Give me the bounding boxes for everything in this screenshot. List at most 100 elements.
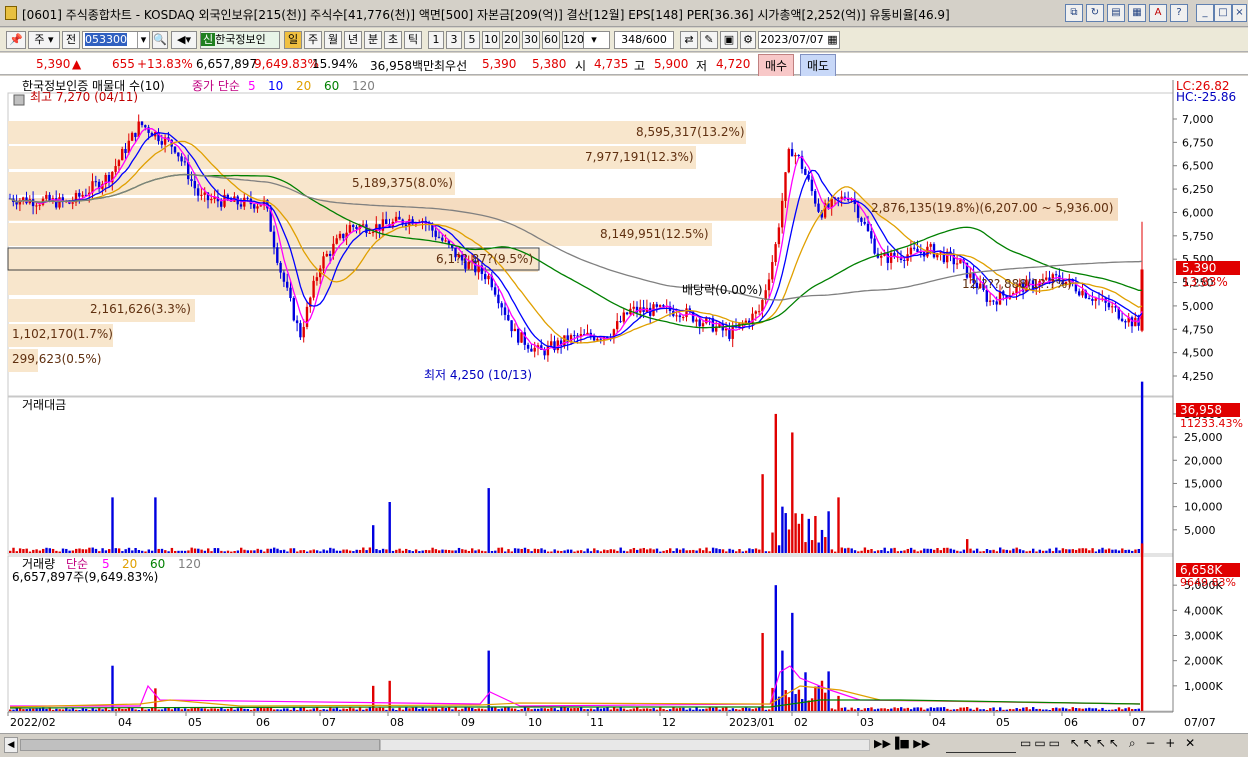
period-0-button[interactable]: 일: [284, 31, 302, 49]
candle-body: [124, 148, 127, 154]
candle-body: [140, 121, 144, 126]
interval-20-button[interactable]: 20: [502, 31, 520, 49]
volume-bar: [952, 709, 956, 711]
tool-icon[interactable]: ✎: [700, 31, 718, 49]
amount-bar: [124, 549, 127, 553]
help-icon[interactable]: ?: [1170, 4, 1188, 22]
maximize-button[interactable]: □: [1214, 4, 1232, 22]
minimize-button[interactable]: _: [1196, 4, 1214, 22]
interval-30-button[interactable]: 30: [522, 31, 540, 49]
amount-bar: [589, 551, 593, 553]
amount-bar: [533, 548, 537, 553]
amount-bar: [484, 551, 487, 553]
volume-bar: [1114, 709, 1117, 711]
search-icon[interactable]: 🔍: [152, 31, 168, 49]
candle-body: [286, 281, 289, 288]
interval-60-button[interactable]: 60: [542, 31, 560, 49]
amount-bar: [715, 548, 718, 553]
candle-body: [503, 307, 507, 315]
font-icon[interactable]: A: [1149, 4, 1167, 22]
interval-1-button[interactable]: 1: [428, 31, 444, 49]
amount-bar: [810, 540, 814, 553]
candle-body: [701, 323, 705, 327]
link-icon[interactable]: ⧉: [1065, 4, 1083, 22]
zoom-slider[interactable]: [946, 737, 1016, 753]
amount-bar: [916, 551, 919, 553]
amount-bar: [876, 550, 880, 553]
amount-bar: [1025, 551, 1028, 553]
amount-bar: [995, 551, 999, 553]
volume-bar: [319, 709, 322, 711]
stock-code-input[interactable]: 053300 ▾: [82, 31, 150, 49]
interval-120-button[interactable]: 120: [562, 31, 584, 49]
interval-5-button[interactable]: 5: [464, 31, 480, 49]
amount-bar: [586, 548, 589, 553]
sell-button[interactable]: 매도: [800, 54, 837, 77]
amount-panel-frame: [7, 396, 1174, 555]
amount-bar: [1074, 549, 1078, 553]
zoom-icon[interactable]: ⇄: [680, 31, 698, 49]
volume-bar: [1078, 708, 1081, 711]
period-3-button[interactable]: 년: [344, 31, 362, 49]
candle-body: [500, 303, 503, 308]
period-2-button[interactable]: 월: [324, 31, 342, 49]
amount-bar: [946, 547, 949, 553]
volume-bar: [329, 707, 332, 711]
volume-bar: [867, 708, 870, 711]
candle-body: [510, 320, 513, 332]
print-icon[interactable]: ▦: [1128, 4, 1146, 22]
stock-name[interactable]: 신 한국정보인: [200, 31, 280, 49]
volume-bar: [1111, 709, 1114, 711]
amount-bar: [956, 550, 959, 553]
stock-chart[interactable]: 7,0006,7506,5006,2506,0005,7505,5005,250…: [0, 76, 1248, 733]
volume-bar: [302, 707, 306, 711]
scrollbar-thumb[interactable]: [20, 739, 380, 751]
candle-body: [38, 204, 41, 206]
candle-body: [315, 277, 319, 281]
pin-icon[interactable]: 📌: [6, 31, 26, 49]
refresh-icon[interactable]: ↻: [1086, 4, 1104, 22]
save-icon[interactable]: ▣: [720, 31, 738, 49]
close-button[interactable]: ×: [1232, 4, 1247, 22]
amount-bar: [741, 551, 744, 553]
drawing-tools[interactable]: ▭▭▭ ↖↖↖↖ ⌕ − + ✕: [1020, 736, 1198, 751]
amount-bar: [35, 549, 38, 553]
candle-body: [563, 335, 566, 347]
price-tick-label: 4,250: [1182, 370, 1214, 383]
amount-bar: [655, 548, 659, 553]
buy-button[interactable]: 매수: [758, 54, 795, 77]
scroll-left-button[interactable]: ◀: [4, 737, 18, 753]
volume-bar: [375, 708, 378, 711]
amount-bar: [154, 497, 157, 553]
layout-icon[interactable]: ▤: [1107, 4, 1125, 22]
candle-body: [860, 217, 863, 222]
period-1-button[interactable]: 주: [304, 31, 322, 49]
amount-bar: [827, 511, 830, 553]
period-4-button[interactable]: 분: [364, 31, 382, 49]
volume-bar: [1081, 708, 1084, 711]
amount-bar: [939, 550, 942, 553]
playback-controls[interactable]: ▶▶▐■ ▶▶: [874, 737, 930, 750]
settings-icon[interactable]: ⚙: [740, 31, 756, 49]
interval-10-button[interactable]: 10: [482, 31, 500, 49]
market-select[interactable]: 주 ▾: [28, 31, 60, 49]
period-6-button[interactable]: 틱: [404, 31, 422, 49]
prev-button[interactable]: 전: [62, 31, 80, 49]
volume-bar: [853, 709, 857, 711]
volume-bar: [985, 709, 989, 711]
volume-tick-label: 2,000K: [1184, 655, 1223, 668]
volume-bar: [467, 707, 471, 711]
scrollbar-track[interactable]: [380, 739, 870, 751]
interval-3-button[interactable]: 3: [446, 31, 462, 49]
count-input[interactable]: 348/600: [614, 31, 674, 49]
volume-bar: [612, 707, 616, 711]
period-5-button[interactable]: 초: [384, 31, 402, 49]
speaker-icon[interactable]: ◀▾: [171, 31, 197, 49]
candle-body: [771, 262, 774, 280]
amount-bar: [405, 548, 408, 553]
volume-bar: [616, 708, 619, 711]
volume-pct: 9,649.83%: [254, 57, 319, 71]
window-title: [0601] 주식종합차트 - KOSDAQ 외국인보유[215(천)] 주식수…: [22, 8, 950, 22]
volume-bar: [500, 708, 504, 711]
date-input[interactable]: 2023/07/07 ▦: [758, 31, 840, 49]
